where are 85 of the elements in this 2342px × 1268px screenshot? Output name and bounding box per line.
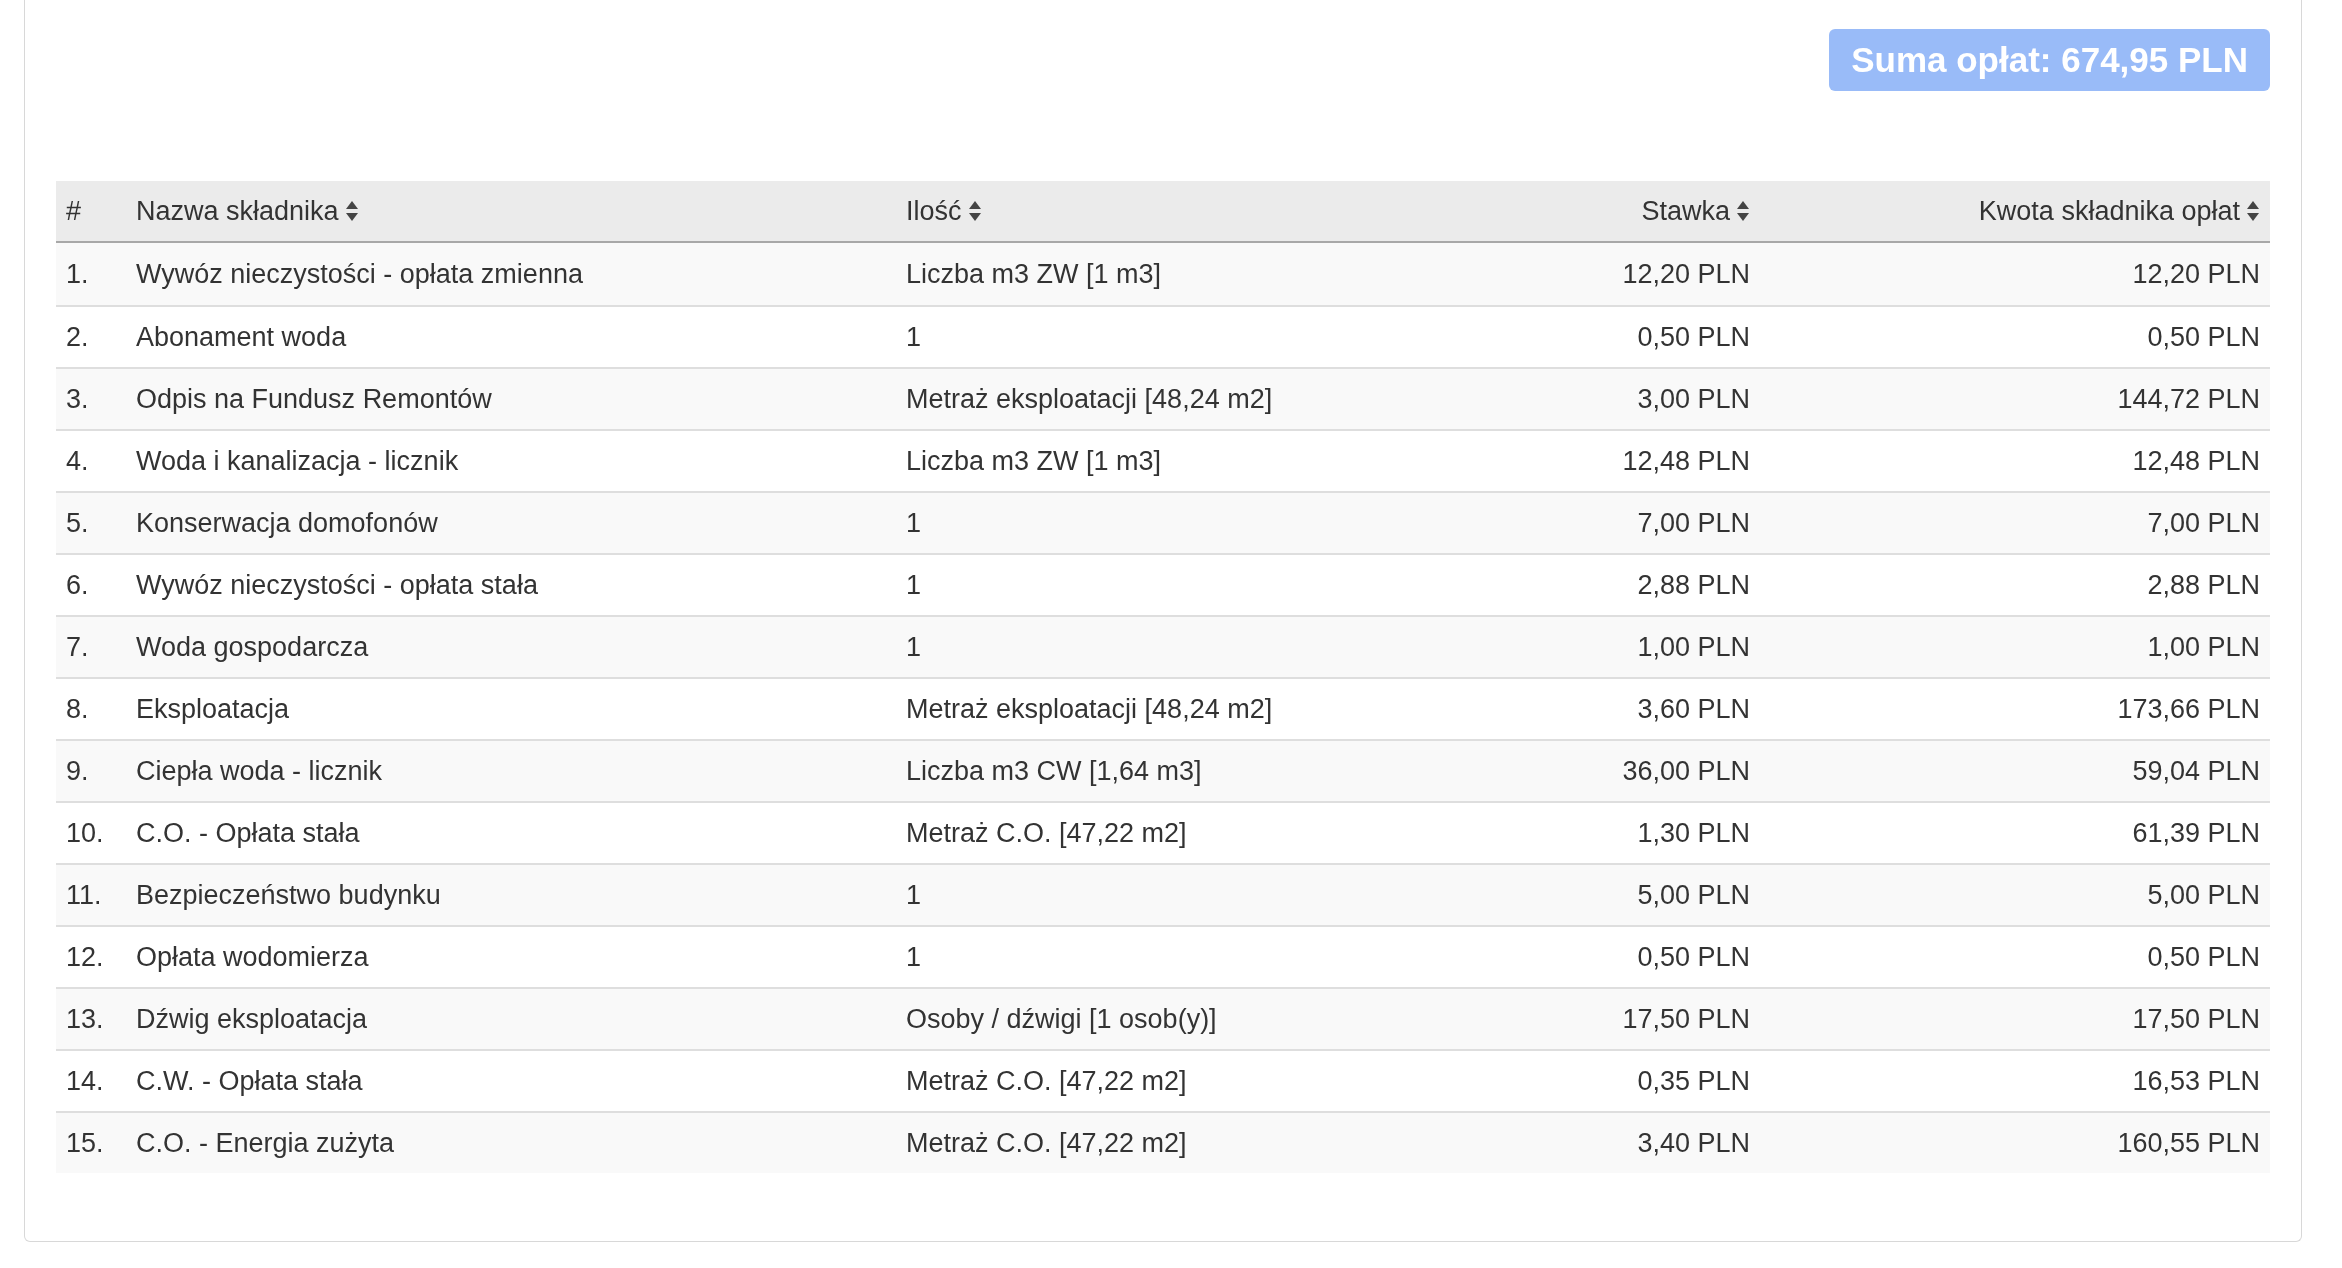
table-cell-text: 15. xyxy=(66,1126,104,1160)
sort-icon xyxy=(344,200,359,222)
table-cell-text: Liczba m3 CW [1,64 m3] xyxy=(906,754,1202,788)
table-cell-text: 1. xyxy=(66,257,89,291)
table-cell-text: 2,88 PLN xyxy=(2147,568,2260,602)
table-cell-text: 3,00 PLN xyxy=(1637,382,1750,416)
table-cell-text: 6. xyxy=(66,568,89,602)
total-fees-badge: Suma opłat: 674,95 PLN xyxy=(1829,29,2270,91)
table-cell-text: 5. xyxy=(66,506,89,540)
table-cell-text: 1 xyxy=(906,320,922,354)
column-header[interactable]: Ilość xyxy=(906,190,982,232)
sort-icon xyxy=(967,200,982,222)
table-cell-text: 1 xyxy=(906,630,922,664)
table-cell-text: Woda gospodarcza xyxy=(136,630,369,664)
table-cell-text: 13. xyxy=(66,1002,104,1036)
column-header[interactable]: Kwota składnika opłat xyxy=(1978,190,2260,232)
table-cell-text: 5,00 PLN xyxy=(1637,878,1750,912)
table-cell-text: Liczba m3 ZW [1 m3] xyxy=(906,257,1162,291)
table-cell-text: 1,00 PLN xyxy=(1637,630,1750,664)
table-cell-text: 61,39 PLN xyxy=(2132,816,2260,850)
table-cell-text: Wywóz nieczystości - opłata stała xyxy=(136,568,538,602)
table-cell-text: 12. xyxy=(66,940,104,974)
table-cell-text: 1 xyxy=(906,878,922,912)
table-cell-text: Metraż C.O. [47,22 m2] xyxy=(906,1126,1187,1160)
table-cell-text: Abonament woda xyxy=(136,320,347,354)
table-cell-text: 59,04 PLN xyxy=(2132,754,2260,788)
table-cell-text: 12,48 PLN xyxy=(2132,444,2260,478)
table-cell-text: 160,55 PLN xyxy=(2117,1126,2260,1160)
table-cell-text: Osoby / dźwigi [1 osob(y)] xyxy=(906,1002,1217,1036)
table-cell-text: 12,20 PLN xyxy=(1622,257,1750,291)
table-cell-text: 1,00 PLN xyxy=(2147,630,2260,664)
table-cell-text: 0,35 PLN xyxy=(1637,1064,1750,1098)
table-cell-text: Metraż eksploatacji [48,24 m2] xyxy=(906,692,1273,726)
table-cell-text: Dźwig eksploatacja xyxy=(136,1002,368,1036)
column-header[interactable]: Stawka xyxy=(1641,190,1750,232)
table-cell-text: 10. xyxy=(66,816,104,850)
table-cell-text: 12,20 PLN xyxy=(2132,257,2260,291)
table-cell-text: Ciepła woda - licznik xyxy=(136,754,383,788)
table-cell-text: 4. xyxy=(66,444,89,478)
table-cell-text: 7,00 PLN xyxy=(1637,506,1750,540)
table-cell-text: 36,00 PLN xyxy=(1622,754,1750,788)
table-cell-text: Metraż C.O. [47,22 m2] xyxy=(906,1064,1187,1098)
table-cell-text: 17,50 PLN xyxy=(1622,1002,1750,1036)
table-cell-text: 12,48 PLN xyxy=(1622,444,1750,478)
table-cell-text: Eksploatacja xyxy=(136,692,290,726)
table-cell-text: C.O. - Opłata stała xyxy=(136,816,360,850)
table-cell-text: Bezpieczeństwo budynku xyxy=(136,878,441,912)
table-cell-text: C.W. - Opłata stała xyxy=(136,1064,363,1098)
table-cell-text: 0,50 PLN xyxy=(2147,320,2260,354)
table-cell-text: Wywóz nieczystości - opłata zmienna xyxy=(136,257,583,291)
table-cell-text: 3,60 PLN xyxy=(1637,692,1750,726)
table-cell-text: 11. xyxy=(66,878,102,912)
table-cell-text: Opłata wodomierza xyxy=(136,940,369,974)
table-cell-text: 8. xyxy=(66,692,89,726)
sort-icon xyxy=(2246,200,2260,222)
table-cell-text: 0,50 PLN xyxy=(1637,320,1750,354)
table-cell-text: C.O. - Energia zużyta xyxy=(136,1126,395,1160)
table-cell-text: 0,50 PLN xyxy=(1637,940,1750,974)
table-cell-text: 144,72 PLN xyxy=(2117,382,2260,416)
table-cell-text: Metraż eksploatacji [48,24 m2] xyxy=(906,382,1273,416)
table-cell-text: Metraż C.O. [47,22 m2] xyxy=(906,816,1187,850)
table-cell-text: 3. xyxy=(66,382,89,416)
sort-icon xyxy=(1736,200,1750,222)
table-cell-text: Konserwacja domofonów xyxy=(136,506,438,540)
table-cell-text: 173,66 PLN xyxy=(2117,692,2260,726)
table-cell-text: 14. xyxy=(66,1064,104,1098)
table-cell-text: 7,00 PLN xyxy=(2147,506,2260,540)
table-cell-text: 1 xyxy=(906,940,922,974)
table-cell-text: 5,00 PLN xyxy=(2147,878,2260,912)
table-cell-text: 2. xyxy=(66,320,89,354)
table-cell-text: 1,30 PLN xyxy=(1637,816,1750,850)
table-cell-text: 1 xyxy=(906,568,922,602)
table-cell-text: 7. xyxy=(66,630,89,664)
table-cell-text: 16,53 PLN xyxy=(2132,1064,2260,1098)
table-cell-text: Odpis na Fundusz Remontów xyxy=(136,382,492,416)
table-cell-text: 0,50 PLN xyxy=(2147,940,2260,974)
column-header[interactable]: Nazwa składnika xyxy=(136,190,359,232)
table-cell-text: 1 xyxy=(906,506,922,540)
table-cell-text: 17,50 PLN xyxy=(2132,1002,2260,1036)
table-cell-text: Woda i kanalizacja - licznik xyxy=(136,444,459,478)
table-cell-text: 2,88 PLN xyxy=(1637,568,1750,602)
table-cell-text: 9. xyxy=(66,754,89,788)
table-cell-text: Liczba m3 ZW [1 m3] xyxy=(906,444,1162,478)
table-cell-text: 3,40 PLN xyxy=(1637,1126,1750,1160)
column-header: # xyxy=(66,194,82,228)
